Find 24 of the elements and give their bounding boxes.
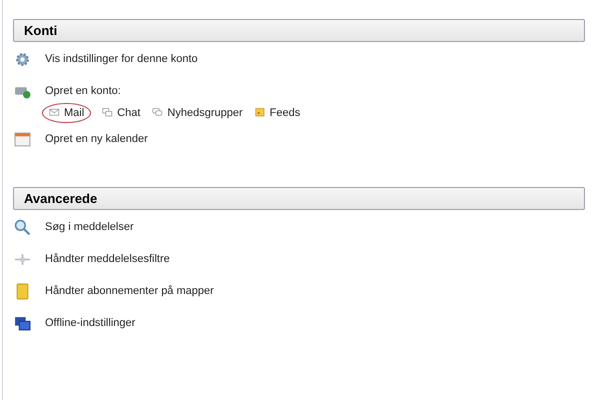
section-header: Avancerede bbox=[13, 187, 585, 210]
link-label: Feeds bbox=[270, 106, 300, 121]
link-label: Nyhedsgrupper bbox=[167, 106, 243, 121]
section-header: Konti bbox=[13, 19, 585, 42]
account-type-link[interactable]: Nyhedsgrupper bbox=[151, 104, 244, 122]
folder-icon bbox=[14, 283, 31, 300]
search-icon bbox=[14, 219, 31, 236]
action-link[interactable]: Søg i meddelelser bbox=[45, 219, 134, 236]
action-link[interactable]: Opret en ny kalender bbox=[45, 131, 148, 148]
monitors-icon bbox=[14, 315, 31, 332]
action-link[interactable]: Offline-indstillinger bbox=[45, 315, 136, 332]
action-link[interactable]: Vis indstillinger for denne konto bbox=[45, 51, 198, 68]
calendar-icon bbox=[14, 131, 31, 148]
account-type-link[interactable]: Mail bbox=[42, 102, 92, 124]
account-type-link[interactable]: Feeds bbox=[254, 104, 302, 122]
link-label: Chat bbox=[117, 106, 140, 121]
gear-icon bbox=[14, 51, 31, 68]
link-label: Mail bbox=[64, 106, 84, 121]
account-type-link[interactable]: Chat bbox=[101, 104, 142, 122]
chat-icon bbox=[102, 107, 114, 119]
action-link[interactable]: Håndter abonnementer på mapper bbox=[45, 283, 214, 300]
action-link[interactable]: Opret en konto: bbox=[45, 83, 121, 100]
feed-icon bbox=[254, 107, 267, 119]
action-link[interactable]: Håndter meddelelsesfiltre bbox=[45, 251, 170, 268]
